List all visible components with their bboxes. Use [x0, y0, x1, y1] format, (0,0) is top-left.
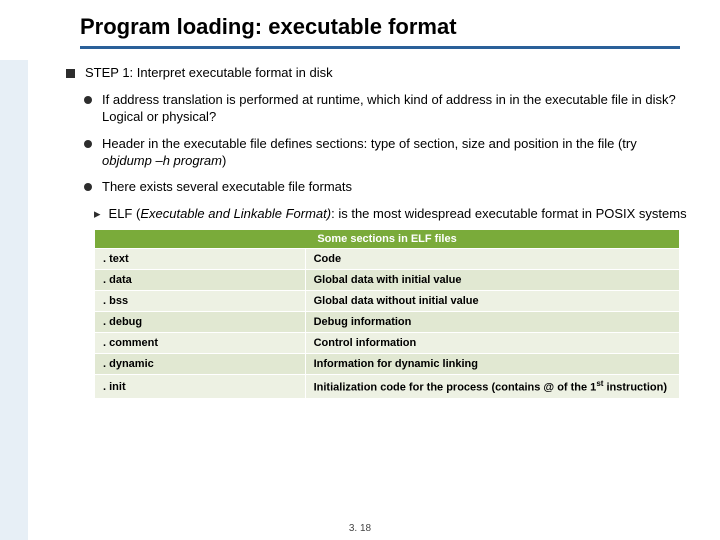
- text: instruction): [603, 382, 667, 394]
- table-row: . debug Debug information: [95, 312, 680, 333]
- section-desc: Global data without initial value: [305, 291, 679, 312]
- section-desc: Code: [305, 249, 679, 270]
- table-header: Some sections in ELF files: [95, 230, 680, 249]
- step-1: STEP 1: Interpret executable format in d…: [66, 65, 690, 82]
- section-name: . text: [95, 249, 306, 270]
- step-1-text: STEP 1: Interpret executable format in d…: [85, 65, 333, 82]
- bullet-header-sections: Header in the executable file defines se…: [84, 136, 690, 170]
- section-desc: Information for dynamic linking: [305, 354, 679, 375]
- table-row: . comment Control information: [95, 333, 680, 354]
- table-row: . data Global data with initial value: [95, 270, 680, 291]
- objdump-command: objdump –h program: [102, 153, 222, 168]
- section-name: . debug: [95, 312, 306, 333]
- table-row: . bss Global data without initial value: [95, 291, 680, 312]
- text: ): [222, 153, 226, 168]
- slide-title: Program loading: executable format: [80, 14, 680, 49]
- table-row: . init Initialization code for the proce…: [95, 375, 680, 399]
- section-name: . comment: [95, 333, 306, 354]
- text: ELF (: [109, 206, 141, 221]
- section-desc: Global data with initial value: [305, 270, 679, 291]
- elf-sections-table: Some sections in ELF files . text Code .…: [94, 229, 680, 399]
- section-desc: Initialization code for the process (con…: [305, 375, 679, 399]
- bullet-text: There exists several executable file for…: [102, 179, 352, 196]
- section-name: . data: [95, 270, 306, 291]
- section-name: . bss: [95, 291, 306, 312]
- text: Initialization code for the process (con…: [314, 382, 597, 394]
- text: : is the most widespread executable form…: [331, 206, 686, 221]
- bullet-elf: ELF (Executable and Linkable Format): is…: [94, 206, 690, 223]
- bullet-text: If address translation is performed at r…: [102, 92, 690, 126]
- section-desc: Control information: [305, 333, 679, 354]
- bullet-address-translation: If address translation is performed at r…: [84, 92, 690, 126]
- bullet-text: ELF (Executable and Linkable Format): is…: [109, 206, 687, 223]
- bullet-text: Header in the executable file defines se…: [102, 136, 690, 170]
- text: Header in the executable file defines se…: [102, 136, 637, 151]
- table-row: . text Code: [95, 249, 680, 270]
- bullet-formats: There exists several executable file for…: [84, 179, 690, 196]
- section-name: . init: [95, 375, 306, 399]
- elf-expansion: Executable and Linkable Format): [140, 206, 331, 221]
- section-desc: Debug information: [305, 312, 679, 333]
- slide-number: 3. 18: [0, 523, 720, 534]
- table-row: . dynamic Information for dynamic linkin…: [95, 354, 680, 375]
- slide: Program loading: executable format STEP …: [0, 0, 720, 540]
- section-name: . dynamic: [95, 354, 306, 375]
